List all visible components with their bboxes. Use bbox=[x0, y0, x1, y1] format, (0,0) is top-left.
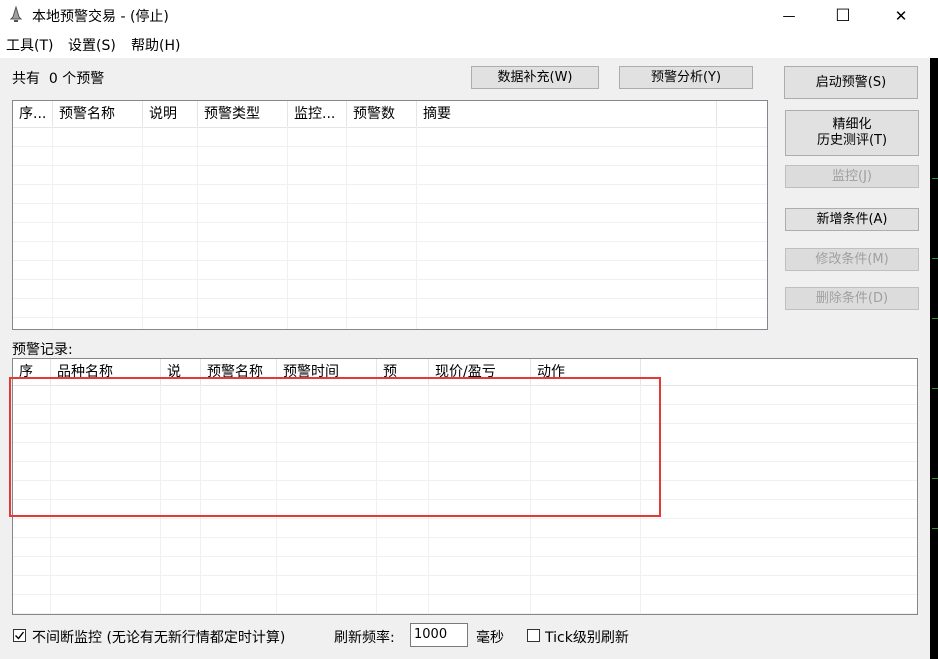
grid-line bbox=[13, 165, 767, 166]
close-icon: ✕ bbox=[894, 7, 908, 25]
grid-line bbox=[13, 317, 767, 318]
menu-tools[interactable]: 工具(T) bbox=[6, 35, 53, 55]
column-header-alert-type[interactable]: 预警类型 bbox=[198, 101, 288, 127]
title-bar: 本地预警交易 - (停止) — ☐ ✕ bbox=[0, 0, 938, 32]
column-header-alert-count[interactable]: 预警数 bbox=[347, 101, 417, 127]
grid-line bbox=[13, 203, 767, 204]
column-header-alert-name[interactable]: 预警名称 bbox=[53, 101, 143, 127]
delete-condition-button[interactable]: 删除条件(D) bbox=[785, 287, 919, 310]
minimize-icon: — bbox=[782, 8, 796, 24]
close-button[interactable]: ✕ bbox=[878, 0, 924, 32]
grid-line bbox=[13, 537, 917, 538]
add-condition-button[interactable]: 新增条件(A) bbox=[785, 208, 919, 231]
column-header-index[interactable]: 序... bbox=[13, 101, 53, 127]
column-header-description[interactable]: 说明 bbox=[143, 101, 198, 127]
data-fill-button[interactable]: 数据补充(W) bbox=[471, 66, 599, 89]
tick-refresh-label: Tick级别刷新 bbox=[545, 630, 629, 646]
window-title: 本地预警交易 - (停止) bbox=[32, 9, 169, 25]
menu-help[interactable]: 帮助(H) bbox=[131, 35, 180, 55]
highlight-box bbox=[9, 377, 661, 517]
grid-line bbox=[13, 613, 917, 614]
maximize-button[interactable]: ☐ bbox=[820, 0, 866, 32]
column-header-monitor[interactable]: 监控... bbox=[288, 101, 347, 127]
alerts-table-header: 序... 预警名称 说明 预警类型 监控... 预警数 摘要 bbox=[13, 101, 767, 128]
grid-line bbox=[13, 556, 917, 557]
refresh-frequency-input[interactable]: 1000 bbox=[410, 623, 468, 647]
menu-settings[interactable]: 设置(S) bbox=[68, 35, 116, 55]
grid-line bbox=[13, 279, 767, 280]
column-header-filler bbox=[717, 101, 767, 127]
grid-line bbox=[13, 260, 767, 261]
start-alert-button[interactable]: 启动预警(S) bbox=[784, 66, 918, 99]
records-label: 预警记录: bbox=[12, 342, 73, 358]
app-bell-icon bbox=[9, 6, 23, 22]
checkmark-icon bbox=[15, 631, 25, 640]
continuous-monitor-label: 不间断监控 (无论有无新行情都定时计算) bbox=[32, 630, 286, 646]
grid-line bbox=[13, 146, 767, 147]
alert-count-label: 共有 0 个预警 bbox=[12, 71, 105, 87]
background-window-edge bbox=[930, 58, 938, 659]
alert-analysis-button[interactable]: 预警分析(Y) bbox=[619, 66, 753, 89]
maximize-icon: ☐ bbox=[835, 6, 851, 26]
grid-line bbox=[13, 575, 917, 576]
grid-line bbox=[13, 594, 917, 595]
refresh-frequency-label: 刷新频率: bbox=[334, 630, 395, 646]
grid-line bbox=[13, 298, 767, 299]
monitor-button[interactable]: 监控(J) bbox=[785, 165, 919, 188]
tick-refresh-checkbox[interactable] bbox=[527, 629, 540, 642]
column-header-summary[interactable]: 摘要 bbox=[417, 101, 717, 127]
grid-line bbox=[13, 184, 767, 185]
minimize-button[interactable]: — bbox=[766, 0, 812, 32]
alerts-table[interactable]: 序... 预警名称 说明 预警类型 监控... 预警数 摘要 bbox=[12, 100, 768, 330]
backtest-button[interactable]: 精细化 历史测评(T) bbox=[785, 110, 919, 156]
grid-line bbox=[13, 518, 917, 519]
milliseconds-unit-label: 毫秒 bbox=[476, 630, 504, 646]
continuous-monitor-checkbox[interactable] bbox=[13, 629, 26, 642]
grid-line bbox=[13, 241, 767, 242]
edit-condition-button[interactable]: 修改条件(M) bbox=[785, 248, 919, 271]
grid-line bbox=[13, 222, 767, 223]
